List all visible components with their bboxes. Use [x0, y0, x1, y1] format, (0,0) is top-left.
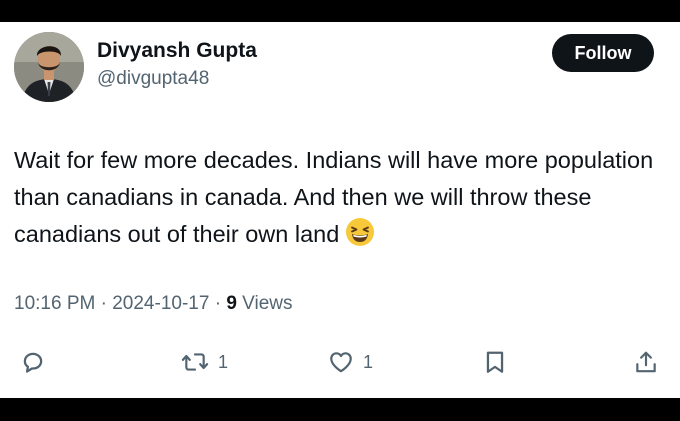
share-button[interactable]: [633, 342, 659, 382]
tweet-text: Wait for few more decades. Indians will …: [14, 147, 654, 247]
follow-button[interactable]: Follow: [552, 34, 654, 72]
tweet-time[interactable]: 10:16 PM: [14, 293, 95, 314]
grinning-squinting-face-emoji-icon: [345, 217, 375, 247]
retweet-count: 1: [218, 351, 229, 372]
tweet-date[interactable]: 2024-10-17: [112, 293, 209, 314]
bookmark-icon: [486, 351, 504, 373]
author-handle[interactable]: @divgupta48: [97, 68, 209, 90]
retweet-icon: [181, 353, 209, 371]
author-name[interactable]: Divyansh Gupta: [97, 39, 257, 63]
views-label: Views: [242, 293, 293, 314]
meta-separator: ·: [100, 293, 107, 314]
tweet-body: Wait for few more decades. Indians will …: [14, 142, 654, 253]
tweet-card: Divyansh Gupta @divgupta48 Follow Wait f…: [0, 22, 680, 398]
reply-button[interactable]: [20, 342, 46, 382]
retweet-button[interactable]: 1: [180, 342, 228, 382]
heart-icon: [330, 352, 352, 373]
action-bar: 1 1: [0, 342, 680, 382]
reply-icon: [23, 352, 43, 373]
views-count: 9: [226, 293, 237, 314]
like-button[interactable]: 1: [327, 342, 373, 382]
avatar-photo: [14, 32, 84, 102]
avatar[interactable]: [14, 32, 84, 102]
like-count: 1: [363, 351, 374, 372]
bookmark-button[interactable]: [482, 342, 508, 382]
tweet-meta: 10:16 PM · 2024-10-17 · 9 Views: [14, 293, 293, 315]
meta-separator: ·: [214, 293, 222, 314]
share-icon: [636, 351, 656, 373]
